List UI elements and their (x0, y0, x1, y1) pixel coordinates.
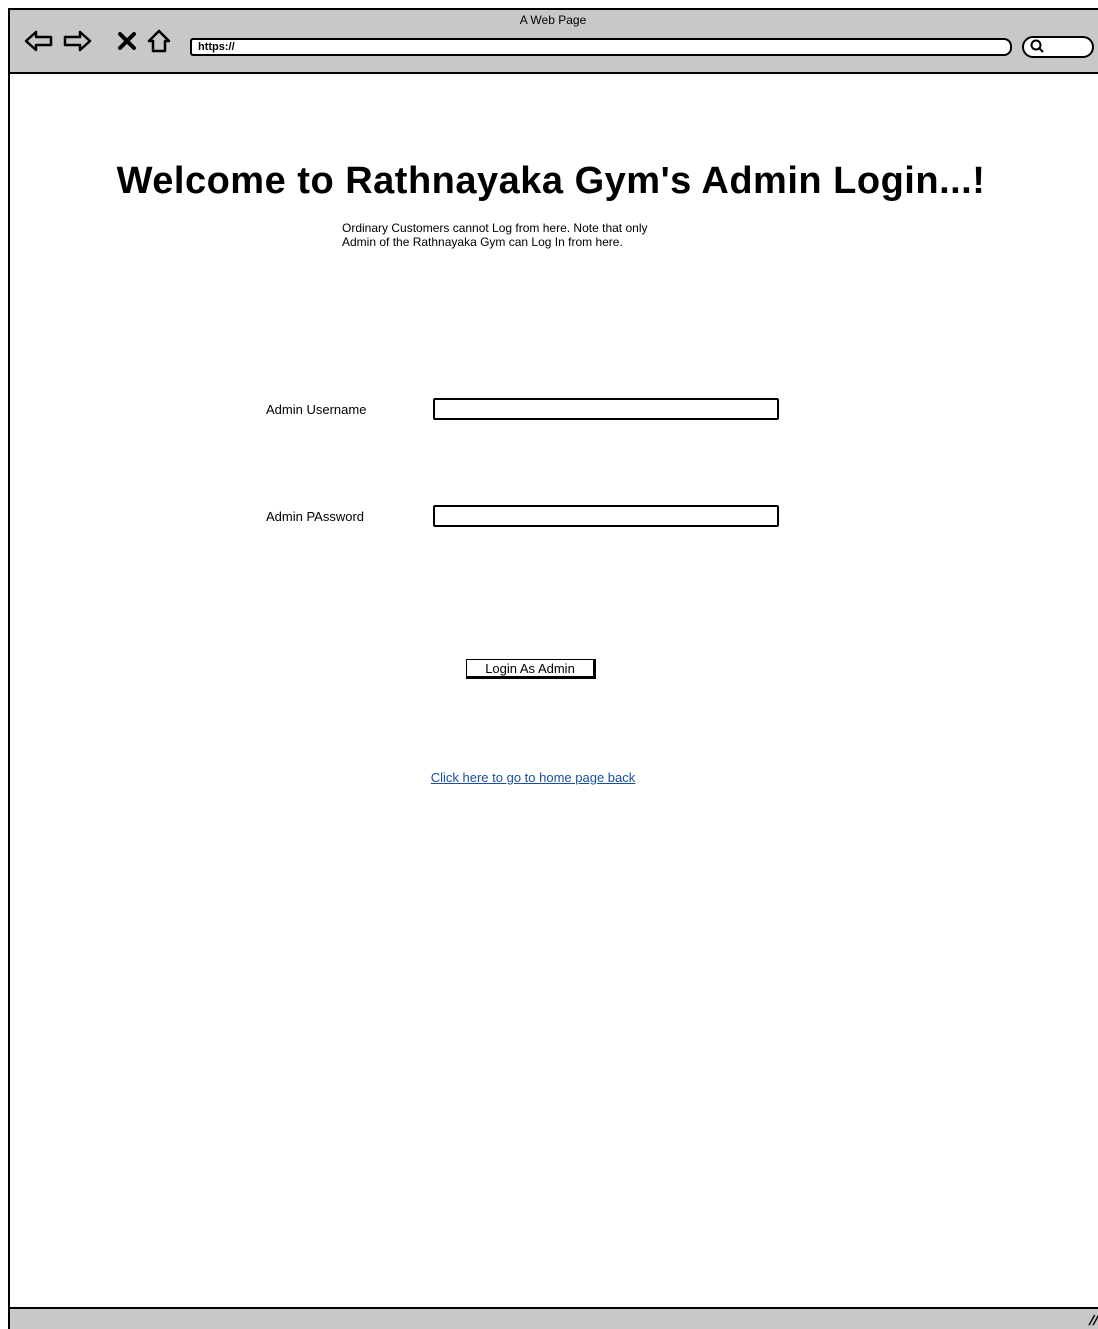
home-icon[interactable] (144, 28, 174, 54)
note-line-1: Ordinary Customers cannot Log from here.… (342, 221, 648, 235)
search-box[interactable] (1022, 36, 1094, 58)
browser-toolbar: A Web Page https:// (10, 10, 1098, 74)
password-input[interactable] (433, 505, 779, 527)
status-bar: // (10, 1307, 1098, 1329)
home-page-link[interactable]: Click here to go to home page back (10, 770, 1056, 785)
note-line-2: Admin of the Rathnayaka Gym can Log In f… (342, 235, 623, 249)
username-label: Admin Username (266, 402, 367, 417)
url-bar[interactable]: https:// (190, 38, 1012, 56)
forward-arrow-icon[interactable] (62, 28, 92, 54)
password-label: Admin PAssword (266, 509, 365, 524)
back-arrow-icon[interactable] (24, 28, 54, 54)
username-input[interactable] (433, 398, 779, 420)
search-icon (1030, 39, 1044, 56)
window-title: A Web Page (519, 13, 587, 27)
browser-window: A Web Page https:// Welcome to Rathnayak… (8, 8, 1098, 1329)
page-title: Welcome to Rathnayaka Gym's Admin Login.… (116, 160, 986, 202)
login-as-admin-button[interactable]: Login As Admin (466, 659, 596, 679)
admin-only-note: Ordinary Customers cannot Log from here.… (342, 221, 762, 249)
close-icon[interactable] (112, 28, 142, 54)
resize-grip-icon[interactable]: // (1087, 1312, 1098, 1328)
